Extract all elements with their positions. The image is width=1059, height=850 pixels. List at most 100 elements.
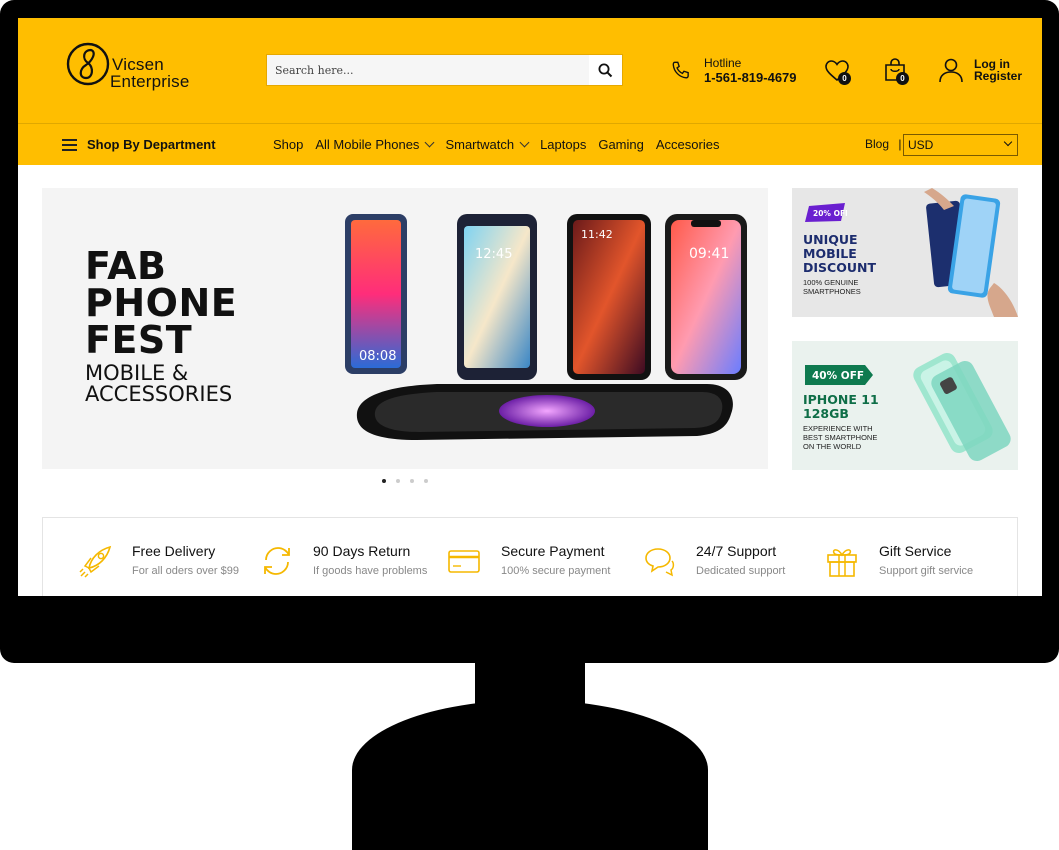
phone-time-label: 12:45 <box>475 247 512 262</box>
promo-title-line: IPHONE 11 <box>803 392 879 407</box>
nav-menu: Shop All Mobile Phones Smartwatch Laptop… <box>273 137 731 152</box>
service-desc: Dedicated support <box>696 565 786 577</box>
shop-by-department-button[interactable]: Shop By Department <box>62 137 216 152</box>
slider-dot[interactable] <box>382 479 386 483</box>
slider-dot[interactable] <box>410 479 414 483</box>
service-desc: 100% secure payment <box>501 565 611 577</box>
phone-time-label: 08:08 <box>359 349 396 364</box>
gift-icon <box>827 549 857 577</box>
nav-separator: | <box>898 137 902 151</box>
phone-icon <box>672 61 689 79</box>
nav-item-label: Accesories <box>655 137 720 152</box>
brand-logo-icon[interactable] <box>66 41 110 87</box>
blog-area: Blog | <box>865 137 902 151</box>
promo-desc-line: EXPERIENCE WITH <box>803 424 873 433</box>
hero-subtitle-line-1: MOBILE & <box>85 361 189 385</box>
hero-title-line-2: PHONE <box>85 281 238 325</box>
phone-time-label: 11:42 <box>581 228 613 241</box>
hotline-number[interactable]: 1-561-819-4679 <box>704 70 797 85</box>
nav-item-smartwatch[interactable]: Smartwatch <box>445 137 530 152</box>
site-header: Vicsen Enterprise Hotline 1-561-819-4679… <box>18 18 1042 123</box>
promo-title-line: DISCOUNT <box>803 260 876 275</box>
promo-title-line: 128GB <box>803 406 849 421</box>
shop-by-department-label: Shop By Department <box>87 137 216 152</box>
hero-slider[interactable]: FAB PHONE FEST MOBILE & ACCESSORIES 08:0… <box>42 188 768 469</box>
nav-item-label: All Mobile Phones <box>315 137 420 152</box>
blog-link[interactable]: Blog <box>865 137 889 151</box>
hero-text: FAB PHONE FEST MOBILE & ACCESSORIES <box>85 244 238 406</box>
iphone-case-image <box>913 352 1011 462</box>
service-title: 24/7 Support <box>696 543 777 559</box>
nav-item-label: Gaming <box>598 137 644 152</box>
cart-button[interactable]: 0 <box>882 57 909 85</box>
service-secure-payment: Secure Payment 100% secure payment <box>501 543 610 578</box>
services-bar: Free Delivery For all oders over $99 90 … <box>42 517 1018 596</box>
promo-desc-line: SMARTPHONES <box>803 287 861 296</box>
promo-desc-line: 100% GENUINE <box>803 278 859 287</box>
discount-badge: 40% OFF <box>805 365 873 385</box>
search-button[interactable] <box>589 55 622 85</box>
hero-title-line-3: FEST <box>85 318 193 362</box>
nav-item-gaming[interactable]: Gaming <box>598 137 644 152</box>
promo-title-line: UNIQUE <box>803 232 858 247</box>
discount-badge-label: 40% OFF <box>812 370 864 382</box>
chat-icon <box>645 548 675 577</box>
refresh-icon <box>264 547 290 575</box>
browser-viewport: Vicsen Enterprise Hotline 1-561-819-4679… <box>18 18 1042 596</box>
brand-name[interactable]: Vicsen Enterprise <box>110 55 189 90</box>
wishlist-count-badge: 0 <box>838 72 851 85</box>
nav-item-label: Shop <box>273 137 304 152</box>
promo-title: IPHONE 11 128GB <box>803 393 879 421</box>
wishlist-button[interactable]: 0 <box>824 58 851 85</box>
credit-card-icon <box>448 550 480 573</box>
service-desc: If goods have problems <box>313 565 428 577</box>
promo-title-line: MOBILE <box>803 246 857 261</box>
account-links: Log in Register <box>974 58 1022 82</box>
service-title: 90 Days Return <box>313 543 411 559</box>
register-link[interactable]: Register <box>974 70 1022 82</box>
user-icon[interactable] <box>938 57 964 83</box>
promo-description: 100% GENUINE SMARTPHONES <box>803 278 861 296</box>
brand-line-1: Vicsen <box>112 55 164 74</box>
service-desc: Support gift service <box>879 565 974 577</box>
promo-title: UNIQUE MOBILE DISCOUNT <box>803 233 876 275</box>
monitor-stand <box>352 700 708 850</box>
chevron-down-icon <box>519 137 530 148</box>
smartphone-image <box>924 188 1018 317</box>
service-desc: For all oders over $99 <box>132 565 239 577</box>
hero-subtitle-line-2: ACCESSORIES <box>85 382 233 406</box>
nav-item-shop[interactable]: Shop <box>273 137 303 152</box>
hamburger-menu-icon <box>62 139 77 151</box>
smartphones-hero-image: 08:08 12:45 11:42 09:41 <box>345 214 747 440</box>
nav-item-label: Laptops <box>540 137 587 152</box>
promo-banner-unique-mobile-discount[interactable]: 20% OFF UNIQUE MOBILE DISCOUNT 100% GENU… <box>792 188 1018 317</box>
search-icon <box>598 63 613 77</box>
slider-dot[interactable] <box>396 479 400 483</box>
currency-select[interactable]: USD <box>903 134 1018 156</box>
hotline: Hotline 1-561-819-4679 <box>704 57 797 86</box>
nav-item-laptops[interactable]: Laptops <box>540 137 586 152</box>
discount-badge: 20% OFF <box>805 203 847 222</box>
service-title: Free Delivery <box>132 543 216 559</box>
currency-value: USD <box>908 138 934 152</box>
promo-description: EXPERIENCE WITH BEST SMARTPHONE ON THE W… <box>803 424 877 451</box>
service-title: Secure Payment <box>501 543 605 559</box>
search-input[interactable] <box>267 55 589 85</box>
service-24-7-support: 24/7 Support Dedicated support <box>696 543 785 578</box>
slider-dot[interactable] <box>424 479 428 483</box>
promo-desc-line: ON THE WORLD <box>803 442 862 451</box>
slider-pagination <box>382 479 438 483</box>
nav-item-all-mobile-phones[interactable]: All Mobile Phones <box>315 137 435 152</box>
search-bar <box>266 54 623 86</box>
nav-item-label: Smartwatch <box>445 137 515 152</box>
chevron-down-icon <box>424 137 435 148</box>
rocket-icon <box>79 545 112 578</box>
nav-item-accesories[interactable]: Accesories <box>656 137 720 152</box>
discount-badge-label: 20% OFF <box>813 209 847 218</box>
service-title: Gift Service <box>879 543 952 559</box>
main-navigation: Shop By Department Shop All Mobile Phone… <box>18 123 1042 165</box>
promo-banner-iphone-11[interactable]: 40% OFF IPHONE 11 128GB EXPERIENCE WITH … <box>792 341 1018 470</box>
cart-count-badge: 0 <box>896 72 909 85</box>
hero-title-line-1: FAB <box>85 244 167 288</box>
phone-time-label: 09:41 <box>689 246 729 262</box>
